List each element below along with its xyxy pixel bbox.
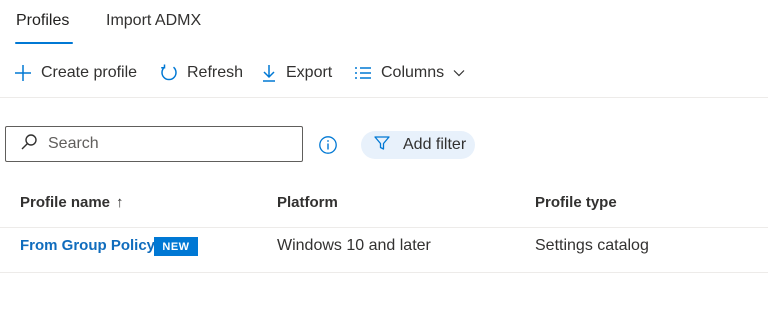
columns-button[interactable]: Columns [353, 58, 466, 88]
column-header-profile-type[interactable]: Profile type [535, 194, 617, 211]
search-box[interactable] [5, 126, 303, 162]
profile-name-link[interactable]: From Group Policy [20, 237, 155, 255]
profile-name-text: From Group Policy [20, 237, 156, 254]
columns-list-icon [353, 63, 373, 83]
header-divider [0, 227, 768, 228]
columns-label: Columns [381, 64, 445, 81]
create-profile-label: Create profile [41, 64, 138, 81]
tab-profiles[interactable]: Profiles [16, 11, 69, 31]
search-icon [6, 133, 38, 156]
export-button[interactable]: Export [260, 58, 332, 88]
profiles-page: Profiles Import ADMX Create profile Refr… [0, 0, 768, 312]
chevron-down-icon [452, 66, 466, 80]
download-icon [260, 63, 278, 83]
sort-ascending-icon: ↑ [116, 194, 124, 211]
export-label: Export [286, 64, 333, 81]
toolbar-divider [0, 97, 768, 98]
platform-cell: Windows 10 and later [277, 237, 431, 254]
create-profile-button[interactable]: Create profile [13, 58, 137, 88]
search-input[interactable] [46, 134, 290, 154]
refresh-button[interactable]: Refresh [159, 58, 243, 88]
filter-icon [361, 134, 391, 157]
active-tab-indicator [15, 42, 73, 44]
command-bar: Create profile Refresh Export Columns [0, 58, 768, 88]
tab-bar: Profiles Import ADMX [0, 0, 768, 46]
column-header-label: Profile name [20, 194, 111, 211]
row-divider [0, 272, 768, 273]
info-icon[interactable] [318, 135, 338, 155]
column-header-label: Profile type [535, 194, 617, 211]
column-header-platform[interactable]: Platform [277, 194, 338, 211]
column-header-profile-name[interactable]: Profile name ↑ [20, 194, 124, 211]
refresh-label: Refresh [187, 64, 244, 81]
add-filter-label: Add filter [403, 136, 467, 153]
tab-import-admx[interactable]: Import ADMX [106, 11, 201, 31]
profile-type-cell: Settings catalog [535, 237, 649, 254]
refresh-icon [159, 63, 179, 83]
column-header-label: Platform [277, 194, 338, 211]
plus-icon [13, 63, 33, 83]
new-badge: NEW [154, 237, 198, 256]
add-filter-button[interactable]: Add filter [361, 131, 475, 159]
